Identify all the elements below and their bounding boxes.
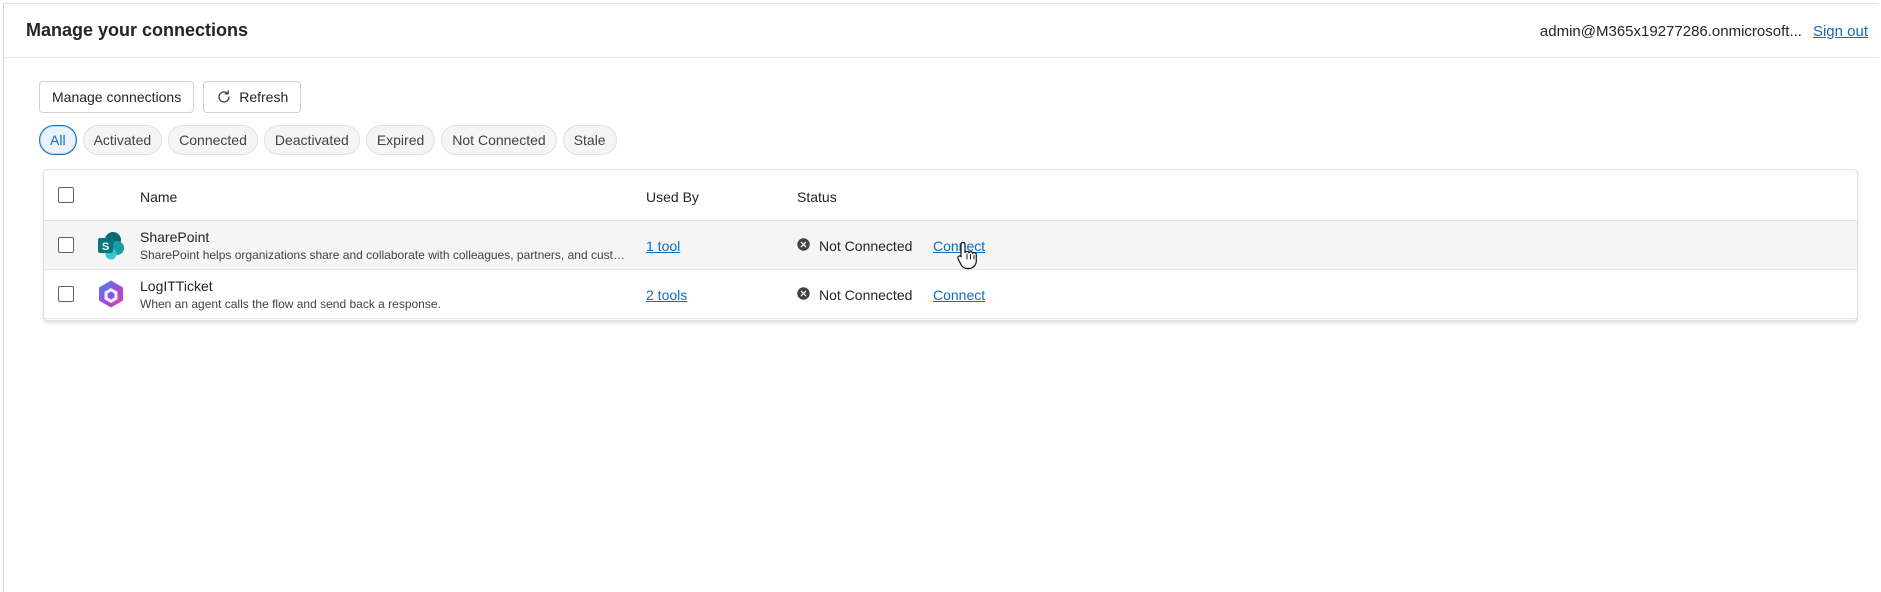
select-all-checkbox[interactable] xyxy=(58,187,74,203)
account-email: admin@M365x19277286.onmicrosoft... xyxy=(1539,23,1802,40)
page-header: Manage your connections admin@M365x19277… xyxy=(4,4,1878,58)
filter-activated[interactable]: Activated xyxy=(82,125,163,155)
not-connected-status-icon xyxy=(797,287,810,300)
status-filter-bar: All Activated Connected Deactivated Expi… xyxy=(39,125,617,155)
filter-connected[interactable]: Connected xyxy=(168,125,258,155)
filter-not-connected[interactable]: Not Connected xyxy=(441,125,557,155)
connection-name: LogITTicket xyxy=(140,278,213,294)
toolbar: Manage connections Refresh xyxy=(39,81,302,113)
row-checkbox[interactable] xyxy=(58,286,74,302)
table-row[interactable]: S SharePoint SharePoint helps organizati… xyxy=(44,221,1857,270)
refresh-button[interactable]: Refresh xyxy=(203,81,302,113)
used-by-link[interactable]: 2 tools xyxy=(646,287,687,303)
manage-connections-button[interactable]: Manage connections xyxy=(39,81,195,113)
connection-description: SharePoint helps organizations share and… xyxy=(140,248,628,262)
connect-link[interactable]: Connect xyxy=(933,287,985,303)
sharepoint-icon: S xyxy=(98,232,124,260)
filter-all[interactable]: All xyxy=(39,125,77,155)
app-frame: Manage your connections admin@M365x19277… xyxy=(3,3,1878,592)
manage-connections-label: Manage connections xyxy=(52,89,182,105)
row-checkbox[interactable] xyxy=(58,237,74,253)
filter-deactivated[interactable]: Deactivated xyxy=(263,125,360,155)
connections-table: Name Used By Status S SharePoint SharePo… xyxy=(43,169,1858,321)
status-text: Not Connected xyxy=(819,287,913,303)
connection-description: When an agent calls the flow and send ba… xyxy=(140,297,441,311)
table-header: Name Used By Status xyxy=(44,170,1857,221)
refresh-icon xyxy=(218,90,230,103)
status-text: Not Connected xyxy=(819,238,913,254)
column-header-status[interactable]: Status xyxy=(797,189,837,205)
hand-pointer-icon xyxy=(957,241,977,270)
column-header-name[interactable]: Name xyxy=(140,189,177,205)
account-area: admin@M365x19277286.onmicrosoft... Sign … xyxy=(1540,23,1868,40)
used-by-link[interactable]: 1 tool xyxy=(646,238,680,254)
not-connected-status-icon xyxy=(797,238,810,251)
sign-out-link[interactable]: Sign out xyxy=(1813,23,1868,40)
svg-text:S: S xyxy=(102,241,109,253)
table-row[interactable]: LogITTicket When an agent calls the flow… xyxy=(44,270,1857,319)
power-automate-icon xyxy=(99,280,123,308)
filter-stale[interactable]: Stale xyxy=(562,125,617,155)
refresh-label: Refresh xyxy=(239,89,289,105)
column-header-used-by[interactable]: Used By xyxy=(646,189,699,205)
filter-expired[interactable]: Expired xyxy=(365,125,436,155)
connection-name: SharePoint xyxy=(140,229,210,245)
page-title: Manage your connections xyxy=(26,20,249,40)
